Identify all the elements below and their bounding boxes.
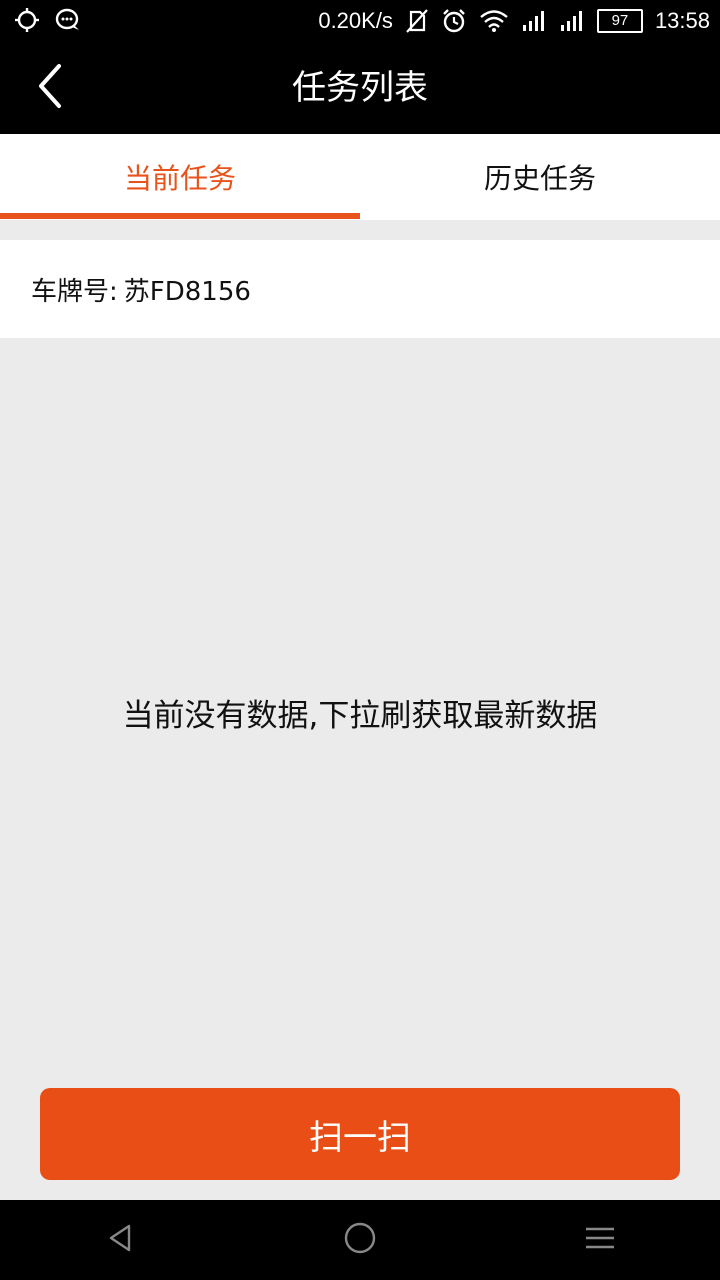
status-time: 13:58: [654, 8, 710, 33]
active-tab-indicator: [0, 213, 360, 219]
system-nav-bar: [0, 1200, 720, 1280]
back-button[interactable]: [18, 56, 82, 120]
signal-icon: [521, 9, 547, 33]
plate-number-row: 车牌号: 苏FD8156: [0, 240, 720, 338]
menu-lines-icon: [584, 1225, 616, 1255]
empty-state-message: 当前没有数据,下拉刷获取最新数据: [122, 698, 598, 734]
app-header: 任务列表: [0, 42, 720, 134]
signal-2-icon: [559, 9, 585, 33]
battery-indicator: 97: [596, 9, 643, 33]
chat-bubble-icon: [54, 7, 82, 33]
plate-value: 苏FD8156: [123, 276, 251, 307]
status-bar: 0.20K/s 97 13:58: [0, 0, 720, 42]
location-icon: [14, 7, 40, 33]
tab-history-tasks[interactable]: 历史任务: [360, 134, 720, 220]
back-triangle-icon: [107, 1223, 133, 1257]
scan-button[interactable]: 扫一扫: [40, 1088, 680, 1180]
tab-bar: 当前任务 历史任务: [0, 134, 720, 220]
network-speed: 0.20K/s: [318, 8, 393, 33]
chevron-left-icon: [35, 62, 65, 114]
plate-label: 车牌号:: [31, 276, 118, 307]
no-sim-icon: [405, 8, 429, 34]
nav-back-button[interactable]: [98, 1220, 142, 1260]
tab-current-tasks[interactable]: 当前任务: [0, 134, 360, 220]
page-title: 任务列表: [292, 68, 428, 108]
alarm-icon: [441, 8, 467, 34]
wifi-icon: [479, 9, 509, 33]
nav-menu-button[interactable]: [578, 1220, 622, 1260]
home-circle-icon: [343, 1221, 377, 1259]
nav-home-button[interactable]: [338, 1220, 382, 1260]
